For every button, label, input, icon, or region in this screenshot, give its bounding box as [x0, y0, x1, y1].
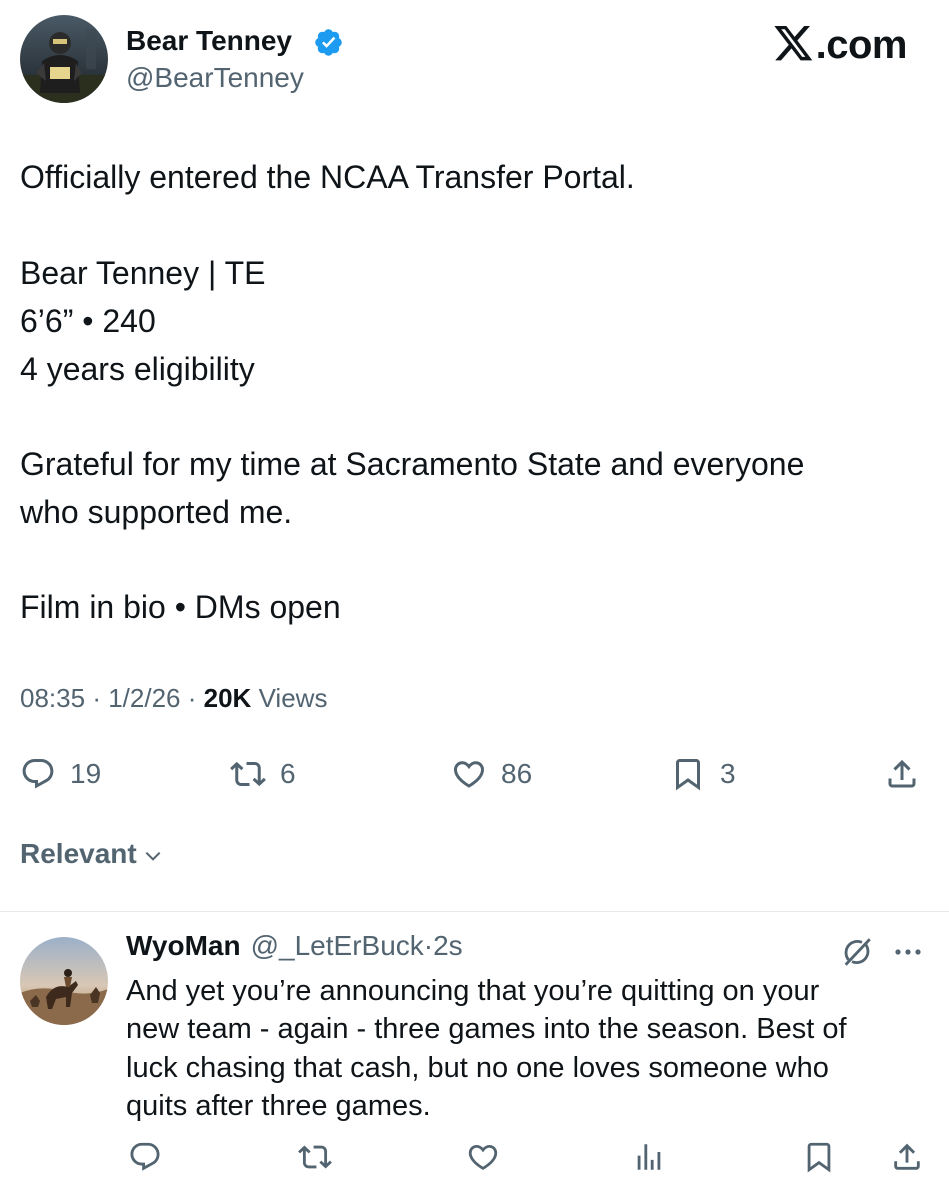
- sort-label: Relevant: [20, 838, 137, 869]
- reply-avatar-image: [20, 937, 108, 1025]
- like-count: 86: [501, 758, 533, 789]
- reply-line-3: luck chasing that cash, but no one loves…: [126, 1052, 829, 1084]
- author-name[interactable]: Bear Tenney: [126, 25, 292, 57]
- reply-views-button[interactable]: [632, 1140, 666, 1174]
- reply-author-name[interactable]: WyoMan: [126, 930, 241, 962]
- meta-separator: ·: [92, 683, 109, 713]
- share-icon: [888, 759, 916, 788]
- reply-count: 19: [70, 758, 102, 789]
- bookmark-count: 3: [720, 758, 736, 789]
- reply-bookmark-button[interactable]: [802, 1140, 836, 1174]
- divider: [0, 911, 949, 912]
- author-handle[interactable]: @BearTenney: [126, 62, 304, 94]
- repost-arrows-icon: [230, 761, 266, 787]
- chevron-down-icon: [145, 851, 161, 861]
- reply-share-button[interactable]: [890, 1140, 924, 1174]
- reply-author-handle[interactable]: @_LetErBuck: [251, 930, 424, 962]
- reply-line-2: new team - again - three games into the …: [126, 1013, 847, 1045]
- repost-button[interactable]: 6: [230, 752, 296, 796]
- more-dots-icon[interactable]: [890, 938, 926, 966]
- tweet-line-1: Officially entered the NCAA Transfer Por…: [20, 159, 635, 195]
- speech-bubble-icon: [22, 759, 54, 789]
- tweet-line-6: who supported me.: [20, 494, 293, 530]
- author-avatar[interactable]: [20, 15, 108, 103]
- reply-header: WyoMan @_LetErBuck ·2s: [126, 930, 463, 962]
- heart-icon: [453, 761, 485, 788]
- meta-separator: ·: [187, 683, 204, 713]
- like-button[interactable]: 86: [451, 752, 532, 796]
- reply-avatar[interactable]: [20, 937, 108, 1025]
- verified-badge-icon: [315, 29, 342, 56]
- reply-reply-button[interactable]: [128, 1140, 162, 1174]
- tweet-line-7: Film in bio • DMs open: [20, 589, 341, 625]
- repost-count: 6: [280, 758, 296, 789]
- bookmark-icon: [676, 759, 700, 791]
- tweet-line-2: Bear Tenney | TE: [20, 255, 266, 291]
- reply-button[interactable]: 19: [20, 752, 101, 796]
- author-avatar-image: [20, 15, 108, 103]
- brand-domain: .com: [815, 23, 908, 67]
- views-label: Views: [258, 683, 328, 713]
- reply-like-button[interactable]: [466, 1140, 500, 1174]
- reply-age[interactable]: ·2s: [424, 930, 463, 962]
- tweet-time[interactable]: 08:35: [20, 683, 85, 713]
- tweet-date[interactable]: 1/2/26: [108, 683, 180, 713]
- tweet-line-4: 4 years eligibility: [20, 351, 255, 387]
- tweet-meta: 08:35 · 1/2/26 · 20K Views: [20, 683, 327, 714]
- share-button[interactable]: [884, 752, 920, 796]
- reply-line-1: And yet you’re announcing that you’re qu…: [126, 975, 820, 1007]
- sort-dropdown[interactable]: Relevant: [20, 838, 163, 870]
- views-count: 20K: [203, 683, 252, 713]
- x-logo-icon: [774, 26, 812, 61]
- reply-repost-button[interactable]: [298, 1140, 332, 1174]
- tweet-line-3: 6’6” • 240: [20, 303, 156, 339]
- reply-line-4: quits after three games.: [126, 1090, 431, 1122]
- tweet-line-5: Grateful for my time at Sacramento State…: [20, 446, 805, 482]
- brand-logo: .com: [774, 22, 908, 68]
- grok-icon[interactable]: [840, 935, 874, 969]
- bookmark-button[interactable]: 3: [670, 752, 736, 796]
